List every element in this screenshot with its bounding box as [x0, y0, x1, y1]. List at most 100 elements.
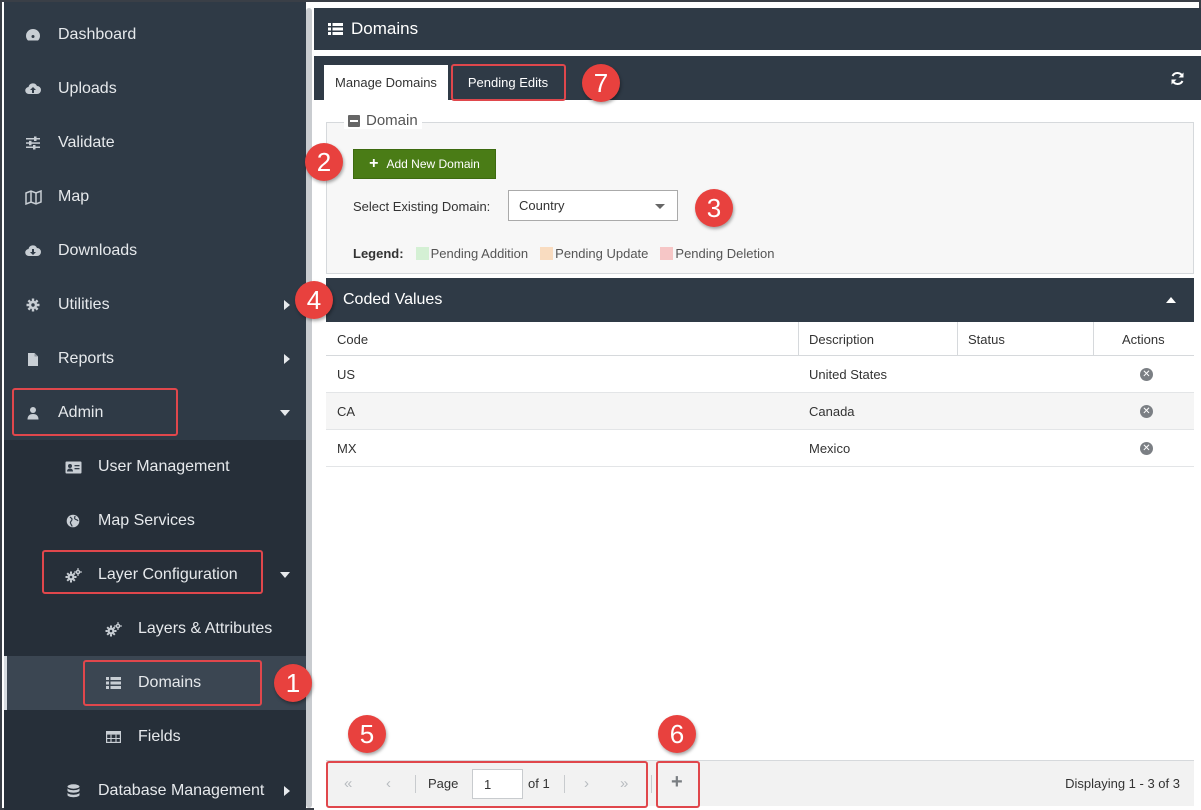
pagination-toolbar: « ‹ Page 1 of 1 › » + Displaying 1 - 3 o… — [326, 760, 1194, 806]
column-header-description[interactable]: Description — [809, 322, 874, 356]
app-window: ˇˇˇ ˇˇˇ Dashboard Uploads Validate Map — [0, 0, 1201, 810]
callout-badge-6: 6 — [658, 715, 696, 753]
previous-page-icon[interactable]: ‹ — [386, 775, 391, 792]
legend-item-pending-update: Pending Update — [540, 246, 648, 261]
globe-icon — [64, 512, 82, 530]
column-header-code[interactable]: Code — [337, 322, 368, 356]
page-count-label: of 1 — [528, 776, 550, 791]
sidebar-item-database-management[interactable]: Database Management — [4, 764, 306, 810]
table-row[interactable]: CA Canada ✕ — [326, 393, 1194, 430]
sidebar-item-label: Reports — [58, 350, 115, 367]
callout-badge-1: 1 — [274, 664, 312, 702]
legend-label: Legend: — [353, 246, 404, 261]
cell-description: Mexico — [809, 441, 851, 456]
sidebar-item-label: Layers & Attributes — [138, 620, 273, 637]
select-domain-label: Select Existing Domain: — [353, 199, 491, 214]
display-count: Displaying 1 - 3 of 3 — [1065, 776, 1180, 791]
list-icon — [328, 23, 343, 35]
column-divider — [957, 322, 958, 356]
sidebar-item-label: Map Services — [98, 512, 195, 529]
collapse-icon[interactable] — [348, 114, 360, 127]
file-icon — [24, 350, 42, 368]
gears-icon — [64, 566, 82, 584]
first-page-icon[interactable]: « — [344, 775, 352, 792]
sidebar-item-label: Map — [58, 188, 90, 205]
delete-icon[interactable]: ✕ — [1140, 405, 1153, 418]
chevron-down-icon — [280, 410, 290, 416]
chevron-up-icon[interactable] — [1166, 297, 1176, 303]
chevron-down-icon — [655, 204, 665, 209]
domain-legend-label: Domain — [366, 112, 418, 129]
cell-code: US — [337, 367, 356, 382]
delete-icon[interactable]: ✕ — [1140, 442, 1153, 455]
page-title: Domains — [351, 19, 419, 38]
add-new-domain-button[interactable]: + Add New Domain — [353, 149, 496, 179]
sidebar-item-reports[interactable]: Reports — [4, 332, 306, 386]
sidebar-item-label: Dashboard — [58, 26, 137, 43]
sidebar-item-label: Layer Configuration — [98, 566, 238, 583]
sidebar-item-domains[interactable]: Domains — [4, 656, 306, 710]
grid-header: Code Description Status Actions — [326, 322, 1194, 356]
cell-description: Canada — [809, 404, 855, 419]
tab-bar: Manage Domains Pending Edits — [314, 56, 1201, 100]
table-row[interactable]: MX Mexico ✕ — [326, 430, 1194, 467]
domain-select[interactable]: Country — [508, 190, 678, 221]
plus-icon: + — [369, 155, 379, 172]
delete-icon[interactable]: ✕ — [1140, 368, 1153, 381]
legend-swatch — [415, 247, 429, 260]
user-icon — [24, 404, 42, 422]
chevron-right-icon — [284, 786, 290, 796]
legend-swatch — [660, 247, 674, 260]
sidebar-item-validate[interactable]: Validate — [4, 116, 306, 170]
gear-icon — [24, 296, 42, 314]
sidebar-item-admin[interactable]: Admin — [4, 386, 306, 440]
sidebar-item-downloads[interactable]: Downloads — [4, 224, 306, 278]
table-row[interactable]: US United States ✕ — [326, 356, 1194, 393]
sidebar-item-layers-attributes[interactable]: Layers & Attributes — [4, 602, 306, 656]
main-content: Domains Manage Domains Pending Edits Dom… — [314, 8, 1201, 810]
page-number-input[interactable]: 1 — [472, 769, 523, 799]
coded-values-grid: Code Description Status Actions US Unite… — [326, 322, 1194, 467]
status-legend: Legend: Pending Addition Pending Update … — [353, 246, 786, 261]
sidebar-item-label: Admin — [58, 404, 104, 421]
sidebar-item-label: Uploads — [58, 80, 117, 97]
refresh-icon[interactable] — [1170, 71, 1185, 91]
tab-pending-edits[interactable]: Pending Edits — [452, 65, 564, 100]
column-divider — [1093, 322, 1094, 356]
sidebar-item-utilities[interactable]: Utilities — [4, 278, 306, 332]
pager-divider — [651, 775, 652, 793]
sidebar-item-dashboard[interactable]: Dashboard — [4, 8, 306, 62]
sidebar-item-map[interactable]: Map — [4, 170, 306, 224]
column-divider — [798, 322, 799, 356]
sidebar-item-map-services[interactable]: Map Services — [4, 494, 306, 548]
sidebar-item-fields[interactable]: Fields — [4, 710, 306, 764]
page-label: Page — [428, 776, 459, 791]
callout-badge-3: 3 — [695, 189, 733, 227]
tab-manage-domains[interactable]: Manage Domains — [324, 65, 448, 100]
next-page-icon[interactable]: › — [584, 775, 589, 792]
sidebar-item-uploads[interactable]: Uploads — [4, 62, 306, 116]
sidebar-item-label: Downloads — [58, 242, 138, 259]
list-icon — [104, 674, 122, 692]
sidebar-item-layer-configuration[interactable]: Layer Configuration — [4, 548, 306, 602]
callout-badge-2: 2 — [305, 143, 343, 181]
legend-item-label: Pending Addition — [430, 246, 529, 261]
coded-values-header[interactable]: Coded Values — [326, 278, 1194, 322]
add-new-domain-label: Add New Domain — [386, 157, 480, 171]
chevron-right-icon — [284, 354, 290, 364]
id-card-icon — [64, 458, 82, 476]
database-icon — [64, 782, 82, 800]
sidebar-item-label: Database Management — [98, 782, 265, 799]
pager-divider — [415, 775, 416, 793]
domain-fieldset-legend[interactable]: Domain — [344, 112, 422, 129]
callout-badge-5: 5 — [348, 715, 386, 753]
add-coded-value-button[interactable]: + — [671, 771, 683, 794]
cloud-download-icon — [24, 242, 42, 260]
sidebar-item-user-management[interactable]: User Management — [4, 440, 306, 494]
last-page-icon[interactable]: » — [620, 775, 628, 792]
column-header-status[interactable]: Status — [968, 322, 1005, 356]
sidebar-item-label: Utilities — [58, 296, 110, 313]
coded-values-title: Coded Values — [343, 291, 443, 308]
chevron-right-icon — [284, 300, 290, 310]
cell-code: MX — [337, 441, 357, 456]
